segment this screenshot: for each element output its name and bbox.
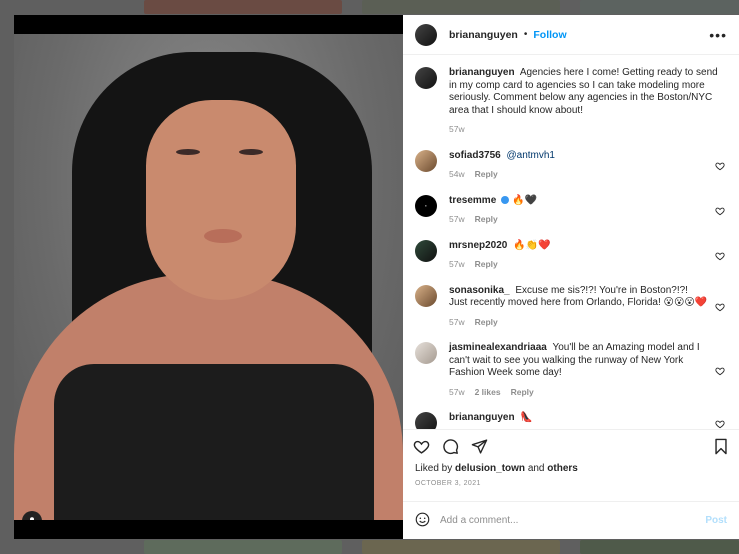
feed-thumbnail[interactable] — [362, 0, 560, 14]
feed-thumbnail[interactable] — [144, 540, 342, 554]
comment-likes[interactable]: 2 likes — [475, 387, 501, 397]
comment-time[interactable]: 57w — [449, 259, 465, 269]
comment-username[interactable]: sofiad3756 — [449, 150, 501, 161]
avatar[interactable]: ▪ — [415, 194, 437, 217]
heart-icon[interactable] — [413, 438, 430, 455]
comment: mrsnep2020 🔥👏❤️ 57w Reply — [415, 239, 727, 271]
post-media — [14, 15, 403, 539]
caption: briananguyen Agencies here I come! Getti… — [415, 67, 727, 136]
emoji-icon[interactable] — [415, 512, 430, 530]
action-bar — [403, 429, 739, 463]
comment-username[interactable]: sonasonika_ — [449, 285, 510, 296]
post-button[interactable]: Post — [705, 515, 727, 526]
avatar[interactable] — [415, 23, 437, 46]
separator-dot: • — [523, 29, 528, 40]
feed-thumbnail[interactable] — [144, 0, 342, 14]
post-sidebar: briananguyen • Follow ••• briananguyen A… — [403, 15, 739, 539]
comment: ▪ tresemme 🔥🖤 57w Reply — [415, 194, 727, 226]
share-icon[interactable] — [471, 438, 488, 455]
comment-username[interactable]: briananguyen — [449, 412, 515, 423]
comment-username[interactable]: briananguyen — [449, 67, 515, 78]
photo-clothing — [54, 364, 374, 520]
add-comment-input[interactable] — [440, 515, 706, 526]
heart-icon[interactable] — [715, 195, 727, 226]
reply-button[interactable]: Reply — [475, 169, 498, 179]
photo-face — [146, 100, 296, 300]
feed-thumbnail[interactable] — [580, 540, 739, 554]
likes-others[interactable]: others — [547, 463, 578, 474]
avatar[interactable] — [415, 149, 437, 172]
post-modal: briananguyen • Follow ••• briananguyen A… — [14, 15, 739, 539]
comment-time[interactable]: 57w — [449, 124, 465, 134]
heart-icon[interactable] — [715, 150, 727, 181]
post-date[interactable]: OCTOBER 3, 2021 — [403, 474, 739, 487]
more-options-icon[interactable]: ••• — [709, 27, 727, 43]
post-photo[interactable] — [14, 34, 403, 520]
feed-thumbnail[interactable] — [580, 0, 739, 14]
comment-text[interactable]: @antmvh1 — [506, 150, 555, 161]
comment-time[interactable]: 57w — [449, 387, 465, 397]
heart-icon[interactable] — [715, 285, 727, 329]
liked-by-user[interactable]: delusion_town — [455, 463, 525, 474]
avatar[interactable] — [415, 67, 437, 89]
avatar[interactable] — [415, 342, 437, 364]
comment: sonasonika_ Excuse me sis?!?! You're in … — [415, 284, 727, 329]
comment-username[interactable]: tresemme — [449, 195, 496, 206]
comment: briananguyen 👠 — [415, 412, 727, 429]
comment-time[interactable]: 54w — [449, 169, 465, 179]
add-comment-bar: Post — [403, 501, 739, 539]
heart-icon[interactable] — [715, 412, 727, 429]
photo-eye — [239, 149, 263, 155]
reply-button[interactable]: Reply — [511, 387, 534, 397]
comment: jasminealexandriaaa You'll be an Amazing… — [415, 342, 727, 398]
follow-button[interactable]: Follow — [533, 29, 566, 41]
photo-eye — [176, 149, 200, 155]
comment-username[interactable]: mrsnep2020 — [449, 240, 507, 251]
heart-icon[interactable] — [715, 342, 727, 398]
avatar[interactable] — [415, 412, 437, 429]
avatar[interactable] — [415, 284, 437, 307]
comment-text: 🔥👏❤️ — [513, 239, 551, 251]
reply-button[interactable]: Reply — [475, 214, 498, 224]
comment-icon[interactable] — [442, 438, 459, 455]
bookmark-icon[interactable] — [713, 438, 729, 455]
comment: sofiad3756 @antmvh1 54w Reply — [415, 149, 727, 181]
comment-text: 🔥🖤 — [512, 194, 537, 206]
comments-list[interactable]: briananguyen Agencies here I come! Getti… — [403, 55, 739, 429]
verified-badge-icon — [501, 195, 510, 204]
header-username[interactable]: briananguyen — [449, 29, 518, 41]
heart-icon[interactable] — [715, 240, 727, 271]
likes-and: and — [527, 463, 545, 474]
likes-summary: Liked by delusion_town and others — [403, 463, 739, 474]
photo-lips — [204, 229, 242, 243]
likes-prefix: Liked by — [415, 463, 453, 474]
comment-username[interactable]: jasminealexandriaaa — [449, 342, 547, 353]
reply-button[interactable]: Reply — [475, 259, 498, 269]
comment-time[interactable]: 57w — [449, 214, 465, 224]
reply-button[interactable]: Reply — [475, 317, 498, 327]
post-header: briananguyen • Follow ••• — [403, 15, 739, 55]
comment-text: 👠 — [520, 412, 533, 423]
comment-time[interactable]: 57w — [449, 317, 465, 327]
feed-thumbnail[interactable] — [362, 540, 560, 554]
avatar[interactable] — [415, 239, 437, 262]
